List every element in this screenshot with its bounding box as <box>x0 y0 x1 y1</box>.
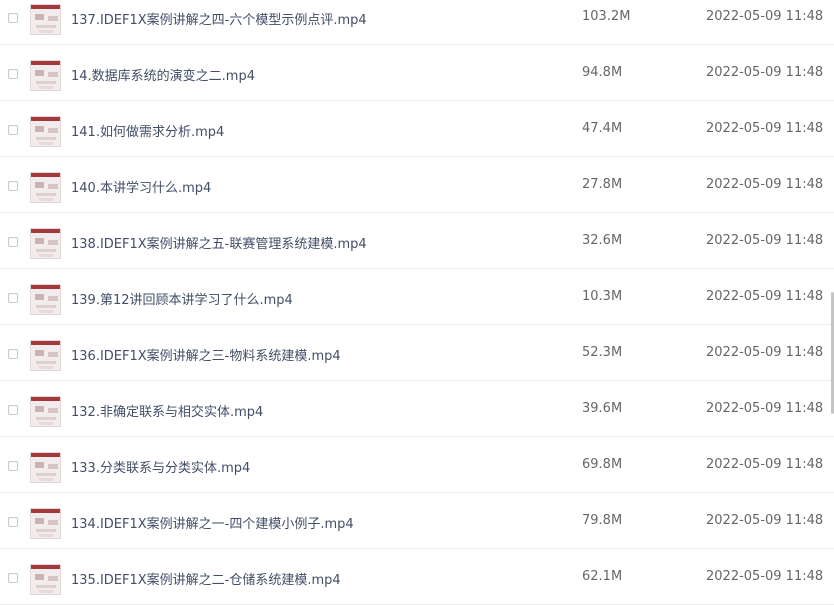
file-row[interactable]: 138.IDEF1X案例讲解之五-联赛管理系统建模.mp4 32.6M 2022… <box>0 213 834 269</box>
select-checkbox[interactable] <box>8 349 18 359</box>
video-thumbnail[interactable] <box>30 340 61 371</box>
file-name[interactable]: 138.IDEF1X案例讲解之五-联赛管理系统建模.mp4 <box>71 233 367 252</box>
file-name[interactable]: 134.IDEF1X案例讲解之一-四个建模小例子.mp4 <box>71 513 354 532</box>
file-size: 47.4M <box>582 121 623 136</box>
file-size: 27.8M <box>582 177 623 192</box>
video-thumbnail[interactable] <box>30 172 61 203</box>
file-name[interactable]: 135.IDEF1X案例讲解之二-仓储系统建模.mp4 <box>71 569 341 588</box>
file-row[interactable]: 141.如何做需求分析.mp4 47.4M 2022-05-09 11:48 <box>0 101 834 157</box>
file-date: 2022-05-09 11:48 <box>706 233 824 248</box>
file-name[interactable]: 133.分类联系与分类实体.mp4 <box>71 457 250 476</box>
file-name[interactable]: 140.本讲学习什么.mp4 <box>71 177 211 196</box>
file-date: 2022-05-09 11:48 <box>706 569 824 584</box>
file-name[interactable]: 136.IDEF1X案例讲解之三-物料系统建模.mp4 <box>71 345 341 364</box>
file-row[interactable]: 135.IDEF1X案例讲解之二-仓储系统建模.mp4 62.1M 2022-0… <box>0 549 834 605</box>
select-checkbox[interactable] <box>8 69 18 79</box>
select-checkbox[interactable] <box>8 181 18 191</box>
file-date: 2022-05-09 11:48 <box>706 289 824 304</box>
file-date: 2022-05-09 11:48 <box>706 65 824 80</box>
file-date: 2022-05-09 11:48 <box>706 401 824 416</box>
select-checkbox[interactable] <box>8 517 18 527</box>
file-size: 94.8M <box>582 65 623 80</box>
file-size: 79.8M <box>582 513 623 528</box>
file-list: 137.IDEF1X案例讲解之四-六个模型示例点评.mp4 103.2M 202… <box>0 0 834 605</box>
file-date: 2022-05-09 11:48 <box>706 121 824 136</box>
video-thumbnail[interactable] <box>30 452 61 483</box>
select-checkbox[interactable] <box>8 573 18 583</box>
file-size: 32.6M <box>582 233 623 248</box>
file-date: 2022-05-09 11:48 <box>706 345 824 360</box>
file-size: 62.1M <box>582 569 623 584</box>
file-row[interactable]: 14.数据库系统的演变之二.mp4 94.8M 2022-05-09 11:48 <box>0 45 834 101</box>
video-thumbnail[interactable] <box>30 4 61 35</box>
select-checkbox[interactable] <box>8 461 18 471</box>
file-name[interactable]: 132.非确定联系与相交实体.mp4 <box>71 401 263 420</box>
file-row[interactable]: 140.本讲学习什么.mp4 27.8M 2022-05-09 11:48 <box>0 157 834 213</box>
select-checkbox[interactable] <box>8 13 18 23</box>
select-checkbox[interactable] <box>8 405 18 415</box>
file-name[interactable]: 139.第12讲回顾本讲学习了什么.mp4 <box>71 289 293 308</box>
video-thumbnail[interactable] <box>30 564 61 595</box>
file-name[interactable]: 141.如何做需求分析.mp4 <box>71 121 224 140</box>
file-size: 103.2M <box>582 9 631 24</box>
file-date: 2022-05-09 11:48 <box>706 177 824 192</box>
select-checkbox[interactable] <box>8 125 18 135</box>
file-row[interactable]: 133.分类联系与分类实体.mp4 69.8M 2022-05-09 11:48 <box>0 437 834 493</box>
file-date: 2022-05-09 11:48 <box>706 513 824 528</box>
file-size: 10.3M <box>582 289 623 304</box>
file-row[interactable]: 136.IDEF1X案例讲解之三-物料系统建模.mp4 52.3M 2022-0… <box>0 325 834 381</box>
file-row[interactable]: 139.第12讲回顾本讲学习了什么.mp4 10.3M 2022-05-09 1… <box>0 269 834 325</box>
file-size: 69.8M <box>582 457 623 472</box>
file-row[interactable]: 132.非确定联系与相交实体.mp4 39.6M 2022-05-09 11:4… <box>0 381 834 437</box>
file-row[interactable]: 137.IDEF1X案例讲解之四-六个模型示例点评.mp4 103.2M 202… <box>0 0 834 45</box>
file-size: 52.3M <box>582 345 623 360</box>
file-row[interactable]: 134.IDEF1X案例讲解之一-四个建模小例子.mp4 79.8M 2022-… <box>0 493 834 549</box>
file-name[interactable]: 14.数据库系统的演变之二.mp4 <box>71 65 255 84</box>
file-name[interactable]: 137.IDEF1X案例讲解之四-六个模型示例点评.mp4 <box>71 9 367 28</box>
select-checkbox[interactable] <box>8 293 18 303</box>
video-thumbnail[interactable] <box>30 228 61 259</box>
select-checkbox[interactable] <box>8 237 18 247</box>
video-thumbnail[interactable] <box>30 60 61 91</box>
video-thumbnail[interactable] <box>30 508 61 539</box>
video-thumbnail[interactable] <box>30 284 61 315</box>
video-thumbnail[interactable] <box>30 396 61 427</box>
file-size: 39.6M <box>582 401 623 416</box>
file-date: 2022-05-09 11:48 <box>706 9 824 24</box>
file-date: 2022-05-09 11:48 <box>706 457 824 472</box>
video-thumbnail[interactable] <box>30 116 61 147</box>
